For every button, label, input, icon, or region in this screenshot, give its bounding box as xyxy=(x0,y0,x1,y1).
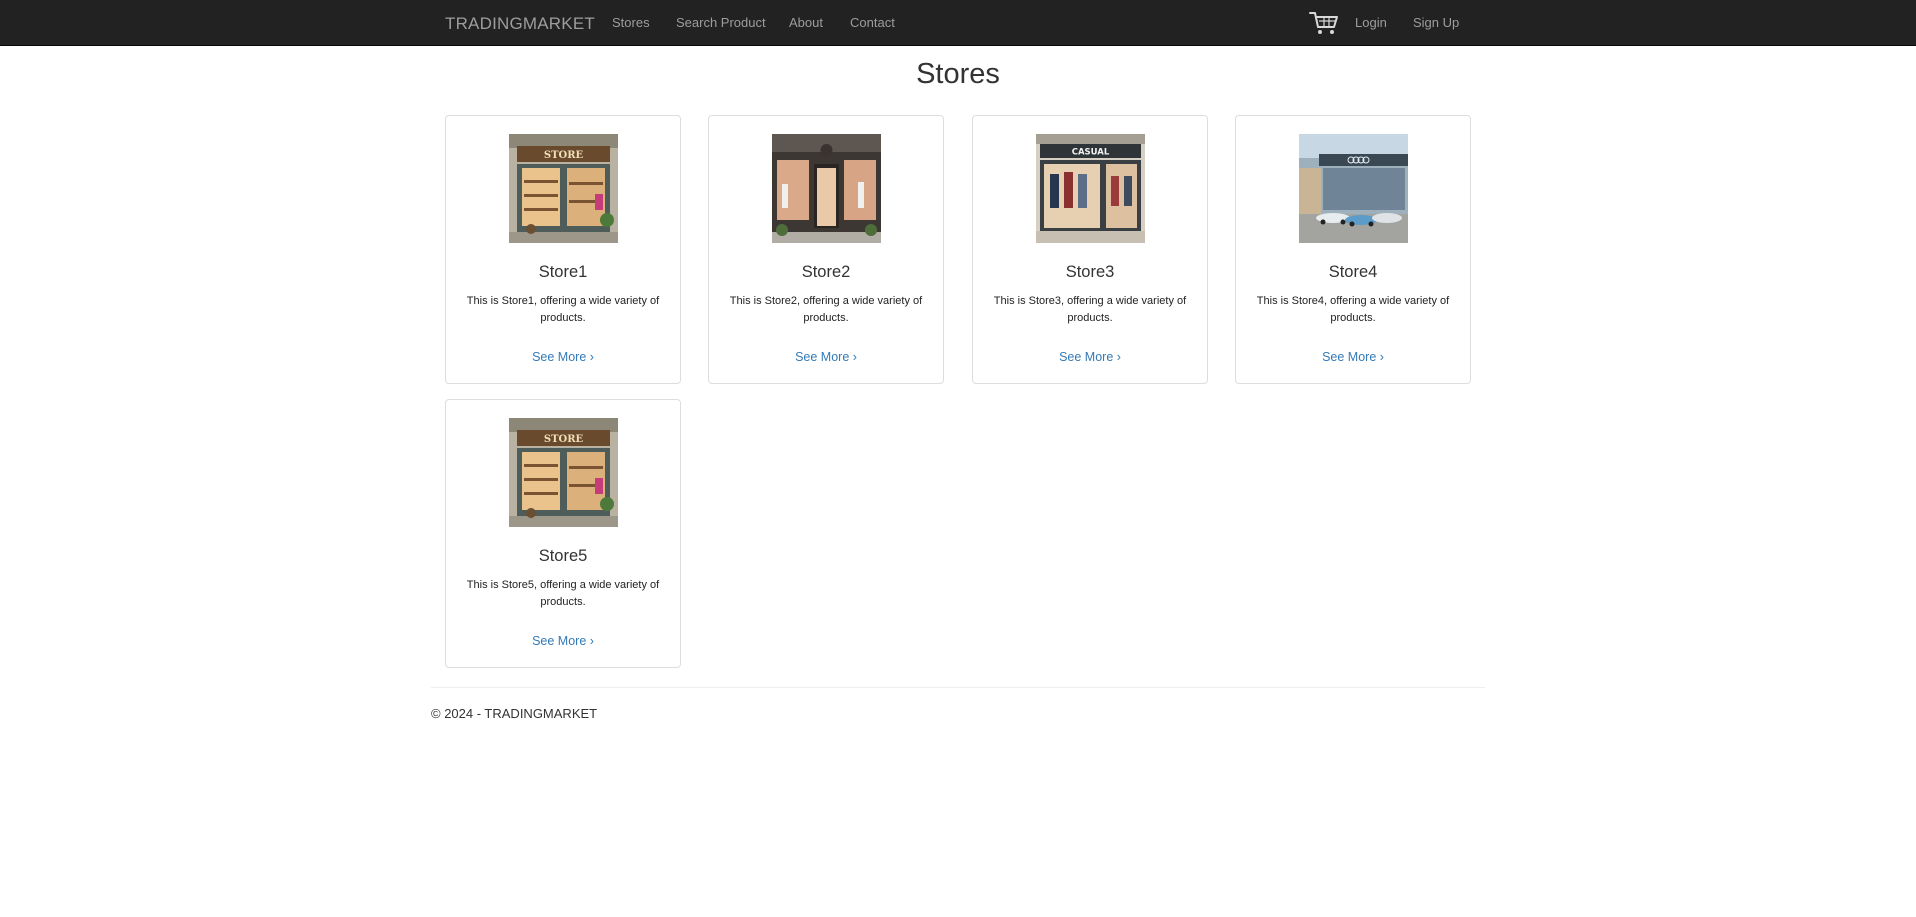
store-card: STORE Store1 This is Store1, offering a … xyxy=(445,115,681,384)
nav-about[interactable]: About xyxy=(789,15,823,30)
store-name: Store1 xyxy=(538,263,588,281)
store-sign-text: STORE xyxy=(544,150,584,161)
brand-link[interactable]: TRADINGMARKET xyxy=(445,14,595,34)
store-image[interactable]: STORE xyxy=(509,418,618,527)
nav-stores[interactable]: Stores xyxy=(612,15,650,30)
cart-icon[interactable] xyxy=(1309,10,1339,36)
see-more-link[interactable]: See More › xyxy=(446,350,680,364)
login-link[interactable]: Login xyxy=(1355,15,1387,30)
store-description: This is Store3, offering a wide variety … xyxy=(993,295,1187,324)
see-more-link[interactable]: See More › xyxy=(973,350,1207,364)
store-name: Store4 xyxy=(1328,263,1378,281)
store-image[interactable]: STORE xyxy=(509,134,618,243)
page-title: Stores xyxy=(916,58,1000,90)
store-sign-text: STORE xyxy=(544,434,584,445)
store-description: This is Store4, offering a wide variety … xyxy=(1256,295,1450,324)
footer-copyright: © 2024 - TRADINGMARKET xyxy=(431,706,598,721)
footer-divider xyxy=(431,687,1485,688)
store-description: This is Store2, offering a wide variety … xyxy=(729,295,923,324)
navbar: TRADINGMARKET Stores Search Product Abou… xyxy=(0,0,1916,46)
store-image[interactable] xyxy=(1299,134,1408,243)
store-description: This is Store1, offering a wide variety … xyxy=(466,295,660,324)
nav-search-product[interactable]: Search Product xyxy=(676,15,766,30)
store-description: This is Store5, offering a wide variety … xyxy=(466,579,660,608)
signup-link[interactable]: Sign Up xyxy=(1413,15,1459,30)
store-image[interactable] xyxy=(772,134,881,243)
store-name: Store5 xyxy=(538,547,588,565)
store-card: Store2 This is Store2, offering a wide v… xyxy=(708,115,944,384)
store-card: STORE Store5 This is Store5, offering a … xyxy=(445,399,681,668)
store-name: Store3 xyxy=(1065,263,1115,281)
store-card: Store4 This is Store4, offering a wide v… xyxy=(1235,115,1471,384)
see-more-link[interactable]: See More › xyxy=(1236,350,1470,364)
see-more-link[interactable]: See More › xyxy=(446,634,680,648)
nav-contact[interactable]: Contact xyxy=(850,15,895,30)
store-image[interactable]: CASUAL xyxy=(1036,134,1145,243)
casual-sign-text: CASUAL xyxy=(1072,148,1110,158)
store-card: CASUAL Store3 This is Store3, offering a… xyxy=(972,115,1208,384)
see-more-link[interactable]: See More › xyxy=(709,350,943,364)
store-name: Store2 xyxy=(801,263,851,281)
